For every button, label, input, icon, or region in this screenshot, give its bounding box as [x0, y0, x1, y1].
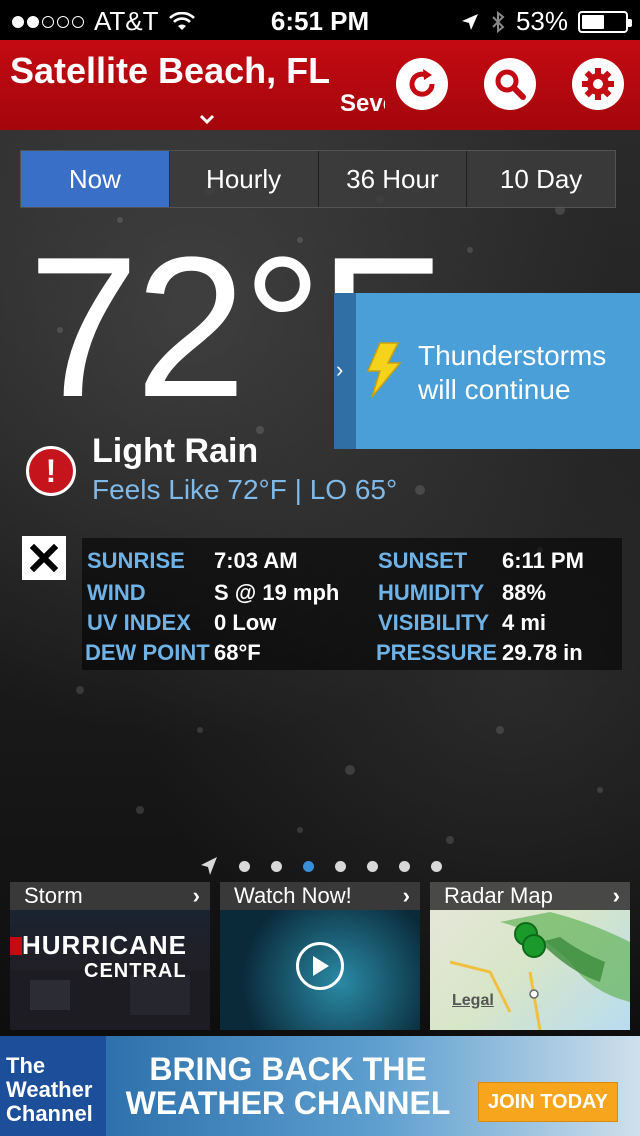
chevron-down-icon[interactable] — [196, 108, 218, 130]
close-details-button[interactable] — [22, 536, 66, 580]
tab-now[interactable]: Now — [21, 151, 170, 207]
page-dot[interactable] — [399, 860, 410, 872]
page-dot[interactable] — [367, 860, 378, 872]
play-button[interactable] — [296, 942, 344, 990]
sunrise-value: 7:03 AM — [214, 548, 298, 573]
watch-tile-header: Watch Now! › — [220, 882, 420, 910]
dew-point-label: DEW POINT — [85, 640, 210, 665]
page-dot[interactable] — [271, 860, 282, 872]
refresh-button[interactable] — [396, 58, 448, 110]
status-right: 53% — [460, 6, 632, 37]
storm-tile-title: Storm — [24, 883, 83, 908]
sunset-label: SUNSET — [378, 548, 468, 573]
ad-headline: BRING BACK THE WEATHER CHANNEL — [118, 1052, 458, 1120]
alert-ticker[interactable]: Severe — [340, 90, 385, 118]
feels-like-separator: | — [294, 474, 302, 505]
close-icon — [30, 544, 58, 572]
weather-channel-logo: The Weather Channel — [0, 1036, 106, 1136]
wind-value: S @ 19 mph — [214, 580, 340, 605]
logo-line-1: The — [6, 1053, 46, 1078]
page-dot[interactable] — [431, 860, 442, 872]
hurricane-accent-bar — [10, 937, 22, 955]
page-dots — [239, 860, 442, 872]
page-indicator[interactable] — [200, 856, 442, 876]
logo-line-2: Weather — [6, 1077, 93, 1102]
play-icon — [313, 956, 329, 976]
feels-like-row: Feels Like 72°F | LO 65° — [92, 474, 397, 506]
visibility-label: VISIBILITY — [378, 610, 490, 635]
central-text: CENTRAL — [84, 960, 187, 982]
wind-label: WIND — [87, 580, 146, 605]
storm-tile-header: Storm › — [10, 882, 210, 910]
map-pin-icon-2 — [522, 934, 546, 958]
watch-tile-title: Watch Now! — [234, 883, 352, 908]
sunset-value: 6:11 PM — [502, 548, 584, 573]
humidity-label: HUMIDITY — [378, 580, 485, 605]
tab-36-hour[interactable]: 36 Hour — [319, 151, 468, 207]
location-arrow-icon — [201, 857, 217, 875]
battery-icon — [578, 10, 632, 33]
radar-map-tile[interactable]: Legal Radar Map › — [430, 882, 630, 1030]
settings-button[interactable] — [572, 58, 624, 110]
chevron-right-icon: › — [402, 883, 410, 908]
status-bar: AT&T 6:51 PM 53% — [0, 0, 640, 40]
hurricane-text: HURRICANE — [22, 930, 187, 960]
feels-like-text: Feels Like 72°F — [92, 474, 287, 505]
chevron-right-icon: › — [612, 883, 620, 908]
page-dot[interactable] — [303, 860, 314, 872]
uv-index-value: 0 Low — [214, 610, 277, 635]
weather-alert-icon[interactable]: ! — [26, 446, 76, 496]
radar-tile-header: Radar Map › — [430, 882, 630, 910]
refresh-icon — [409, 69, 435, 97]
forecast-line-1: Thunderstorms — [418, 340, 607, 371]
forecast-tabs: Now Hourly 36 Hour 10 Day — [20, 150, 616, 208]
page-dot[interactable] — [239, 860, 250, 872]
watch-now-tile[interactable]: Watch Now! › — [220, 882, 420, 1030]
dew-point-value: 68°F — [214, 640, 261, 665]
location-arrow-icon — [461, 13, 478, 30]
storm-tile[interactable]: HURRICANE CENTRAL Storm › — [10, 882, 210, 1030]
pressure-label: PRESSURE — [376, 640, 498, 665]
gear-icon — [582, 68, 614, 100]
visibility-value: 4 mi — [502, 610, 547, 635]
forecast-popout[interactable]: › Thunderstorms will continue — [334, 293, 640, 449]
legal-link[interactable]: Legal — [452, 992, 494, 1010]
bluetooth-icon — [492, 10, 505, 33]
location-title[interactable]: Satellite Beach, FL — [10, 50, 330, 92]
humidity-value: 88% — [502, 580, 547, 605]
tab-10-day[interactable]: 10 Day — [467, 151, 615, 207]
chevron-right-icon[interactable]: › — [336, 357, 354, 382]
forecast-line-2: will continue — [418, 374, 571, 405]
app-header: Satellite Beach, FL Severe — [0, 40, 640, 130]
page-dot[interactable] — [335, 860, 346, 872]
condition-label: Light Rain — [92, 432, 259, 470]
uv-index-label: UV INDEX — [87, 610, 191, 635]
low-temperature: LO 65° — [309, 474, 398, 505]
lightning-bolt-icon — [366, 342, 402, 398]
tab-hourly[interactable]: Hourly — [170, 151, 319, 207]
join-today-button[interactable]: JOIN TODAY — [478, 1082, 618, 1122]
ad-banner[interactable]: The Weather Channel BRING BACK THE WEATH… — [0, 1036, 640, 1136]
search-icon — [495, 69, 526, 100]
battery-percent: 53% — [515, 6, 568, 36]
ad-headline-1: BRING BACK THE — [149, 1051, 427, 1087]
ad-headline-2: WEATHER CHANNEL — [125, 1085, 451, 1121]
pressure-value: 29.78 in — [502, 640, 583, 665]
chevron-right-icon: › — [192, 883, 200, 908]
forecast-summary: Thunderstorms will continue — [418, 339, 606, 407]
sunrise-label: SUNRISE — [87, 548, 185, 573]
search-button[interactable] — [484, 58, 536, 110]
radar-tile-title: Radar Map — [444, 883, 553, 908]
logo-line-3: Channel — [6, 1101, 93, 1126]
